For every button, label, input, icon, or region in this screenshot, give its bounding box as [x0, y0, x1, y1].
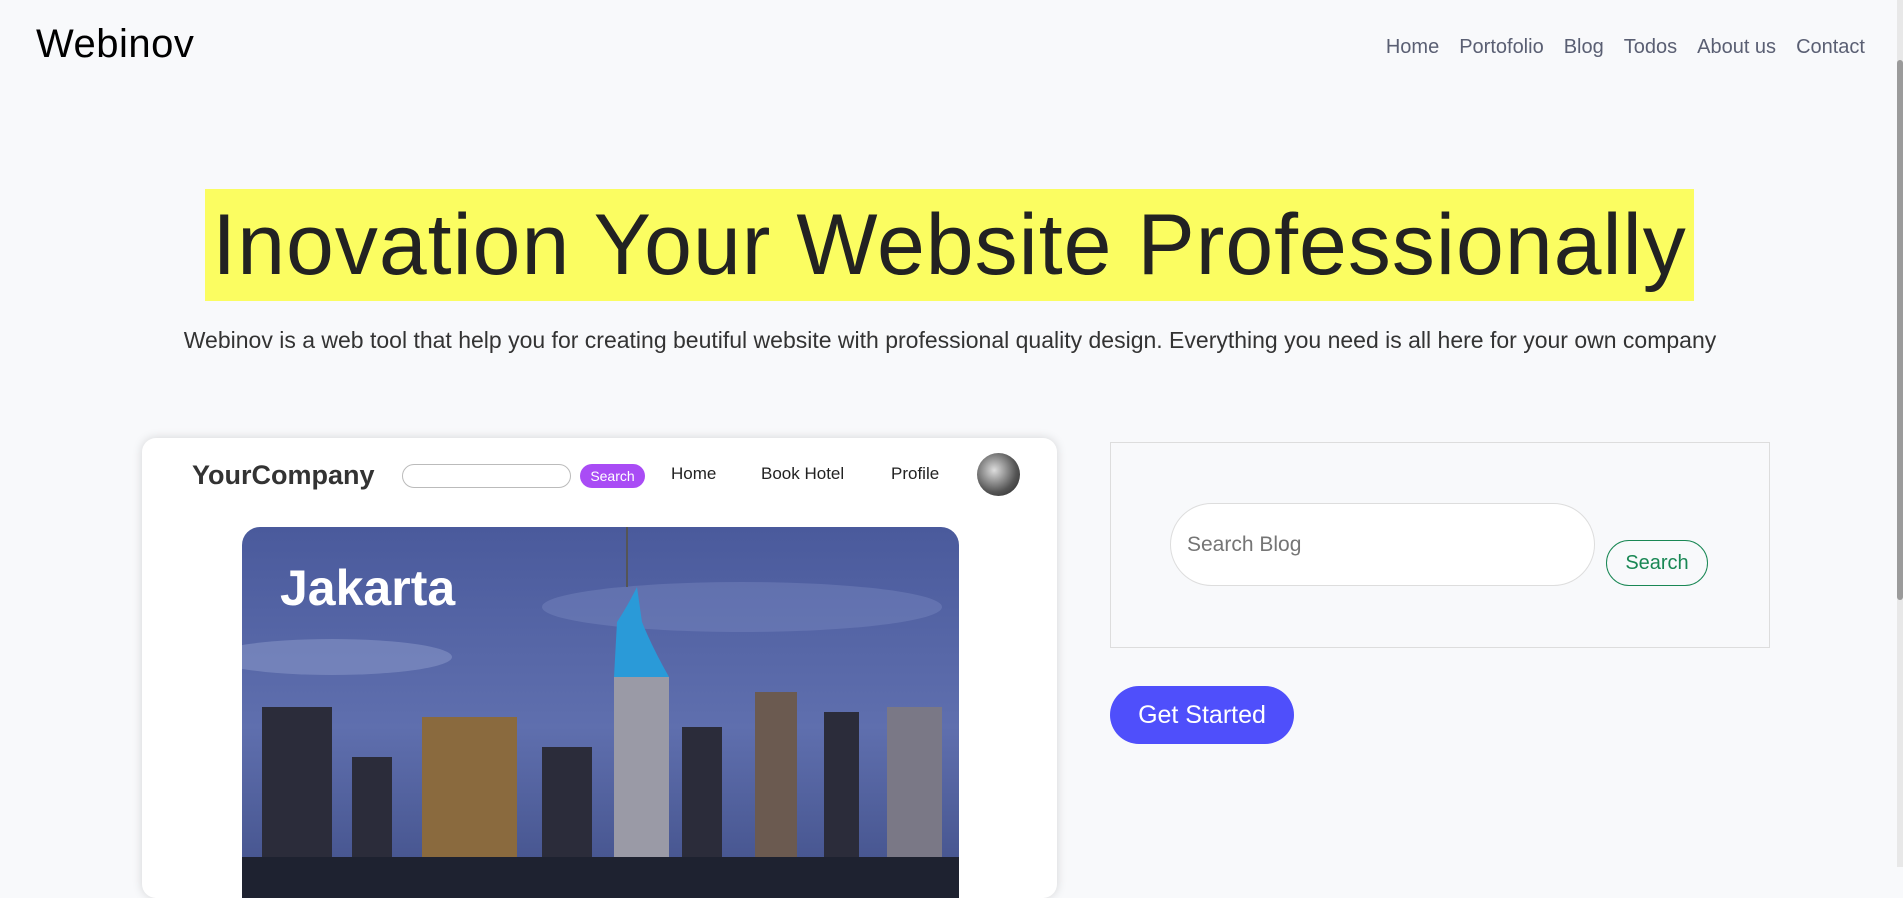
logo[interactable]: Webinov — [36, 22, 194, 67]
scrollbar-thumb[interactable] — [1897, 60, 1903, 600]
hero-lead: Webinov is a web tool that help you for … — [183, 327, 1717, 353]
get-started-button[interactable]: Get Started — [1110, 686, 1294, 744]
search-button[interactable]: Search — [1606, 540, 1708, 586]
preview-avatar — [977, 453, 1020, 496]
nav-blog[interactable]: Blog — [1564, 36, 1604, 59]
nav-contact[interactable]: Contact — [1796, 36, 1865, 59]
preview-nav-profile: Profile — [891, 464, 940, 483]
nav-todos[interactable]: Todos — [1624, 36, 1677, 59]
preview-search-button: Search — [580, 464, 645, 488]
search-blog-input[interactable] — [1170, 503, 1595, 586]
preview-search-input — [402, 464, 571, 488]
nav-home[interactable]: Home — [1386, 36, 1439, 59]
main-nav: Home Portofolio Blog Todos About us Cont… — [1386, 36, 1865, 59]
website-preview-card: YourCompany Search Home Book Hotel Profi… — [142, 438, 1057, 898]
city-photo: Jakarta — [242, 527, 959, 898]
preview-nav-home: Home — [671, 464, 717, 483]
city-title: Jakarta — [280, 560, 456, 616]
nav-portofolio[interactable]: Portofolio — [1459, 36, 1544, 59]
preview-nav-book-hotel: Book Hotel — [761, 464, 845, 483]
nav-about-us[interactable]: About us — [1697, 36, 1776, 59]
preview-brand: YourCompany — [192, 460, 375, 490]
hero-title: Inovation Your Website Professionally — [205, 189, 1694, 301]
